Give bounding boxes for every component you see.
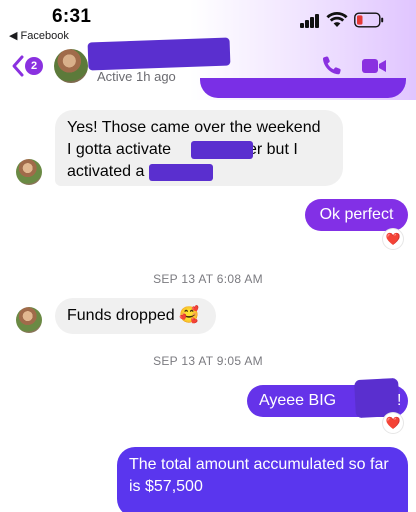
wifi-icon bbox=[326, 12, 348, 27]
back-chevron-icon[interactable] bbox=[11, 54, 25, 78]
message-text-line: activated a bbox=[67, 161, 331, 183]
message-text: activated a bbox=[67, 163, 145, 180]
contact-name-redaction bbox=[87, 37, 231, 71]
sender-avatar[interactable] bbox=[16, 307, 42, 333]
heart-reaction-icon[interactable]: ❤️ bbox=[383, 413, 403, 433]
contact-avatar[interactable] bbox=[54, 49, 88, 83]
outgoing-message-bubble[interactable]: Ayeee BIG ! bbox=[247, 377, 408, 419]
message-text: I gotta activate bbox=[67, 141, 172, 158]
message-text: Funds dropped 🥰 bbox=[67, 307, 199, 324]
phone-call-icon[interactable] bbox=[320, 54, 344, 78]
status-time: 6:31 bbox=[52, 6, 92, 27]
message-text: The total amount accumulated so far is $… bbox=[129, 456, 389, 495]
unread-count-badge[interactable]: 2 bbox=[25, 57, 43, 75]
previous-message-bubble[interactable] bbox=[200, 78, 406, 98]
battery-icon bbox=[354, 12, 384, 28]
redaction-mark bbox=[149, 164, 213, 181]
heart-reaction-icon[interactable]: ❤️ bbox=[383, 229, 403, 249]
incoming-message-bubble[interactable]: Yes! Those came over the weekend I gotta… bbox=[55, 110, 343, 186]
cellular-signal-icon bbox=[300, 14, 320, 28]
redaction-mark bbox=[191, 141, 253, 159]
sender-avatar[interactable] bbox=[16, 159, 42, 185]
incoming-message-bubble[interactable]: Funds dropped 🥰 bbox=[55, 298, 216, 334]
message-timestamp: SEP 13 AT 9:05 AM bbox=[153, 354, 263, 368]
message-text: Yes! Those came over the weekend bbox=[67, 119, 321, 136]
back-to-facebook-link[interactable]: ◀ Facebook bbox=[9, 29, 69, 42]
video-call-icon[interactable] bbox=[361, 55, 387, 77]
message-timestamp: SEP 13 AT 6:08 AM bbox=[153, 272, 263, 286]
message-text: Ok perfect bbox=[319, 206, 394, 223]
outgoing-message-bubble[interactable]: The total amount accumulated so far is $… bbox=[117, 447, 408, 512]
message-text: ! bbox=[397, 392, 402, 409]
active-status: Active 1h ago bbox=[97, 69, 176, 84]
message-text-line: I gotta activate ver but I bbox=[67, 139, 331, 161]
message-text: Ayeee BIG bbox=[259, 392, 337, 409]
outgoing-message-bubble[interactable]: Ok perfect bbox=[305, 199, 408, 231]
